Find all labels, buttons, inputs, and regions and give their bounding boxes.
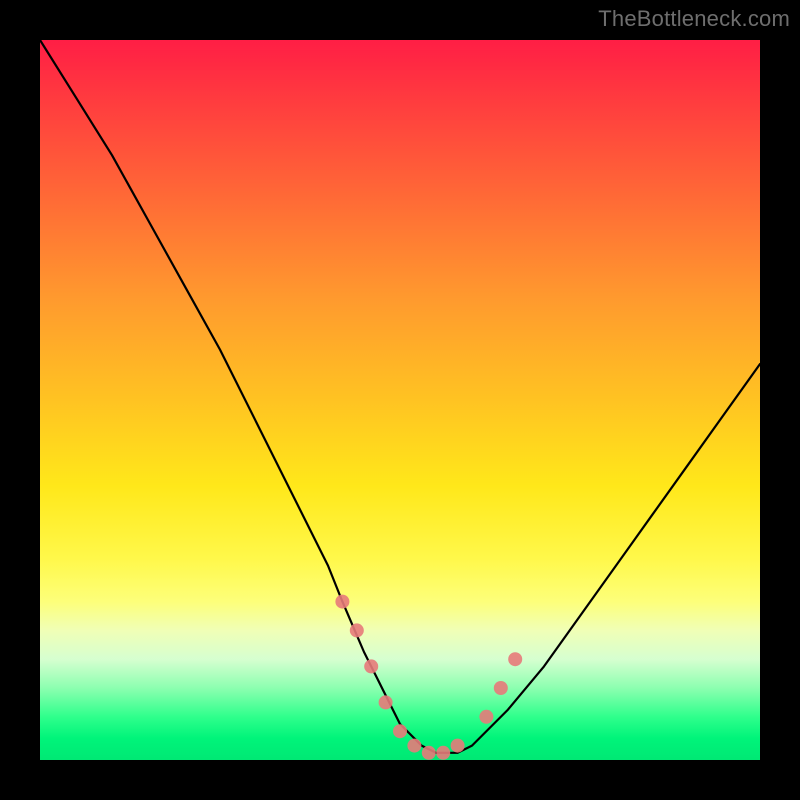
watermark-text: TheBottleneck.com	[598, 6, 790, 32]
chart-svg	[40, 40, 760, 760]
outer-frame: TheBottleneck.com	[0, 0, 800, 800]
marker-dots	[335, 595, 522, 760]
plot-area	[40, 40, 760, 760]
curve-line	[40, 40, 760, 753]
